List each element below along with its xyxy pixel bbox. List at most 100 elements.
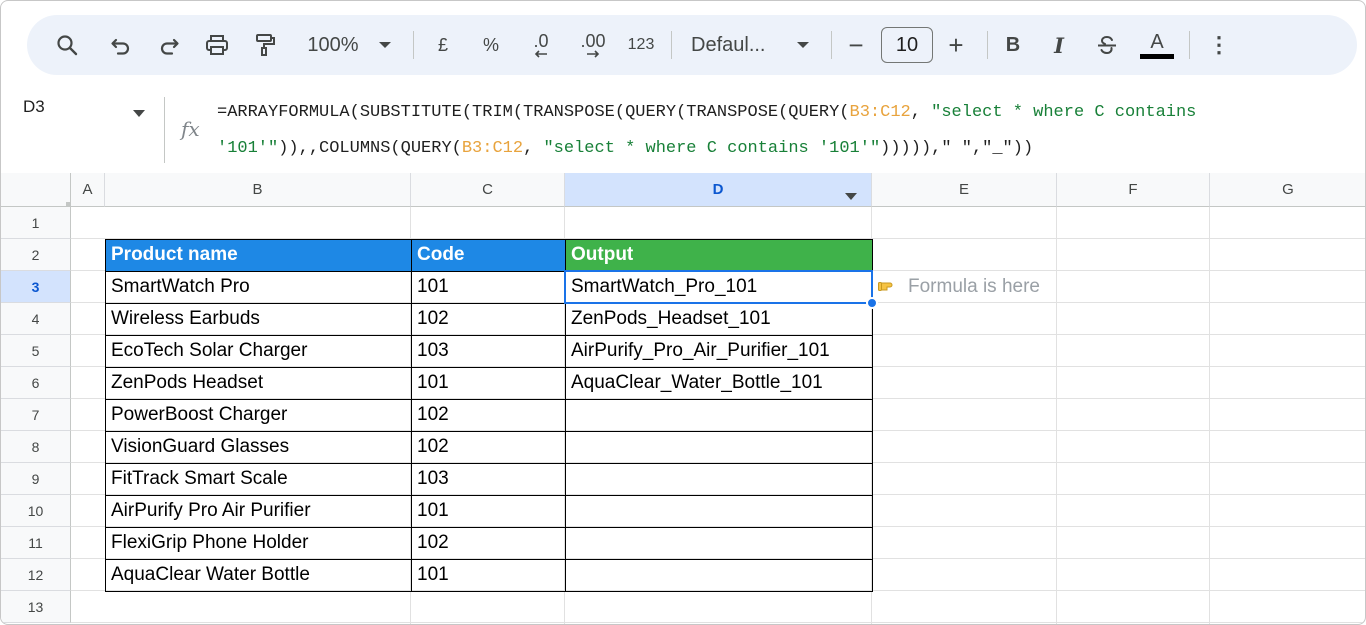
- row-header-5[interactable]: 5: [1, 335, 71, 367]
- row-header-10[interactable]: 10: [1, 495, 71, 527]
- row-header-label: 1: [31, 214, 40, 231]
- row-header-1[interactable]: 1: [1, 207, 71, 239]
- table-border: [565, 239, 566, 591]
- formula-range: B3:C12: [461, 139, 524, 158]
- name-box[interactable]: D3: [23, 97, 45, 117]
- code-cell[interactable]: 101: [411, 367, 565, 399]
- code-cell[interactable]: 101: [411, 495, 565, 527]
- bold-button[interactable]: B: [997, 15, 1029, 75]
- fx-icon: fx: [181, 117, 200, 141]
- header-cell-output[interactable]: Output: [565, 239, 872, 271]
- output-cell[interactable]: [565, 527, 872, 559]
- table-border: [105, 271, 872, 272]
- product-name-cell[interactable]: Wireless Earbuds: [105, 303, 411, 335]
- column-header-c[interactable]: C: [411, 173, 565, 207]
- product-name-cell[interactable]: AirPurify Pro Air Purifier: [105, 495, 411, 527]
- output-cell[interactable]: AquaClear_Water_Bottle_101: [565, 367, 872, 399]
- formula-input[interactable]: =ARRAYFORMULA(SUBSTITUTE(TRIM(TRANSPOSE(…: [217, 95, 1337, 167]
- output-cell[interactable]: [565, 399, 872, 431]
- chevron-down-icon[interactable]: [133, 104, 145, 122]
- product-name-cell[interactable]: EcoTech Solar Charger: [105, 335, 411, 367]
- output-cell[interactable]: [565, 463, 872, 495]
- column-header-f[interactable]: F: [1057, 173, 1210, 207]
- font-select[interactable]: Defaul...: [691, 15, 781, 75]
- code-cell[interactable]: 102: [411, 399, 565, 431]
- code-cell[interactable]: 101: [411, 271, 565, 303]
- table-border: [105, 303, 872, 304]
- product-name-cell[interactable]: AquaClear Water Bottle: [105, 559, 411, 591]
- chevron-down-icon[interactable]: [791, 15, 815, 75]
- currency-button[interactable]: £: [427, 15, 459, 75]
- italic-button[interactable]: I: [1043, 15, 1075, 75]
- output-cell[interactable]: [565, 559, 872, 591]
- product-name-cell[interactable]: SmartWatch Pro: [105, 271, 411, 303]
- row-header-label: 7: [31, 406, 40, 423]
- fill-handle[interactable]: [866, 297, 878, 309]
- product-name-cell[interactable]: VisionGuard Glasses: [105, 431, 411, 463]
- output-cell[interactable]: AirPurify_Pro_Air_Purifier_101: [565, 335, 872, 367]
- output-cell[interactable]: [565, 495, 872, 527]
- row-header-4[interactable]: 4: [1, 303, 71, 335]
- code-cell[interactable]: 103: [411, 335, 565, 367]
- redo-icon[interactable]: [153, 15, 185, 75]
- column-header-d[interactable]: D: [565, 173, 872, 207]
- decrease-font-size-button[interactable]: −: [841, 15, 871, 75]
- select-all-corner[interactable]: [1, 173, 71, 207]
- code-cell[interactable]: 102: [411, 527, 565, 559]
- output-cell[interactable]: ZenPods_Headset_101: [565, 303, 872, 335]
- increase-font-size-button[interactable]: +: [941, 15, 971, 75]
- chevron-down-icon[interactable]: [845, 187, 857, 204]
- search-icon[interactable]: [51, 15, 83, 75]
- zoom-value: 100%: [307, 33, 359, 56]
- row-header-12[interactable]: 12: [1, 559, 71, 591]
- toolbar-divider: [671, 31, 672, 59]
- font-size-input[interactable]: 10: [881, 27, 933, 63]
- product-name-cell[interactable]: FlexiGrip Phone Holder: [105, 527, 411, 559]
- output-cell[interactable]: [565, 431, 872, 463]
- row-header-2[interactable]: 2: [1, 239, 71, 271]
- strikethrough-icon[interactable]: [1091, 15, 1123, 75]
- paint-format-icon[interactable]: [249, 15, 281, 75]
- decrease-decimal-button[interactable]: .0: [523, 15, 559, 75]
- row-header-6[interactable]: 6: [1, 367, 71, 399]
- product-name-cell[interactable]: FitTrack Smart Scale: [105, 463, 411, 495]
- output-cell[interactable]: SmartWatch_Pro_101: [565, 271, 872, 303]
- text-color-swatch: [1140, 54, 1174, 59]
- code-cell[interactable]: 101: [411, 559, 565, 591]
- number-format-button[interactable]: 123: [623, 15, 659, 75]
- code-cell[interactable]: 103: [411, 463, 565, 495]
- row-header-3[interactable]: 3: [1, 271, 71, 303]
- gridline: [1056, 207, 1057, 624]
- row-header-label: 11: [28, 534, 43, 551]
- row-header-13[interactable]: 13: [1, 591, 71, 623]
- column-header-label: B: [252, 181, 263, 198]
- increase-decimal-button[interactable]: .00: [573, 15, 613, 75]
- zoom-select[interactable]: 100%: [301, 15, 365, 75]
- more-options-icon[interactable]: ⋮: [1203, 15, 1235, 75]
- table-border: [411, 239, 412, 591]
- column-header-b[interactable]: B: [105, 173, 411, 207]
- column-header-label: E: [958, 181, 969, 198]
- text-color-button[interactable]: A: [1139, 15, 1175, 75]
- undo-icon[interactable]: [105, 15, 137, 75]
- column-header-e[interactable]: E: [872, 173, 1057, 207]
- chevron-down-icon[interactable]: [373, 15, 397, 75]
- row-header-label: 6: [31, 374, 40, 391]
- row-header-9[interactable]: 9: [1, 463, 71, 495]
- column-header-g[interactable]: G: [1210, 173, 1365, 207]
- row-header-8[interactable]: 8: [1, 431, 71, 463]
- row-header-11[interactable]: 11: [1, 527, 71, 559]
- pointing-hand-icon: [878, 278, 900, 297]
- table-border: [105, 367, 872, 368]
- toolbar-divider: [987, 31, 988, 59]
- column-header-a[interactable]: A: [71, 173, 105, 207]
- header-cell-code[interactable]: Code: [411, 239, 565, 271]
- row-header-7[interactable]: 7: [1, 399, 71, 431]
- product-name-cell[interactable]: ZenPods Headset: [105, 367, 411, 399]
- print-icon[interactable]: [201, 15, 233, 75]
- code-cell[interactable]: 102: [411, 431, 565, 463]
- code-cell[interactable]: 102: [411, 303, 565, 335]
- product-name-cell[interactable]: PowerBoost Charger: [105, 399, 411, 431]
- header-cell-product-name[interactable]: Product name: [105, 239, 411, 271]
- percent-button[interactable]: %: [475, 15, 507, 75]
